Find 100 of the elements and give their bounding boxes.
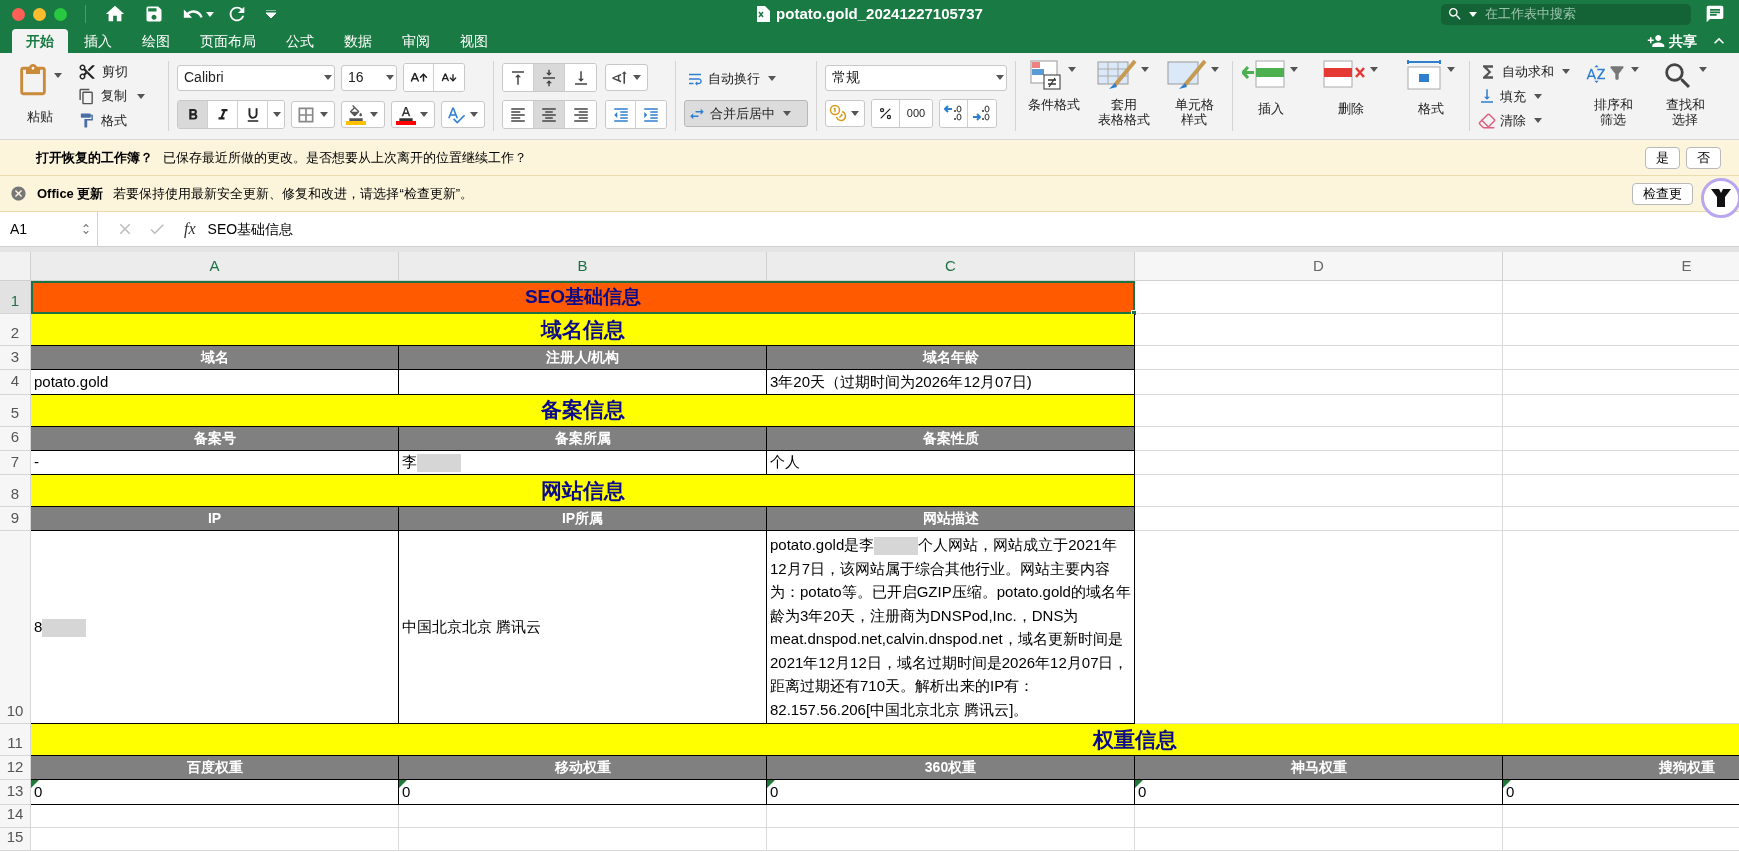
bold-button[interactable] — [178, 101, 208, 128]
caret-icon — [1068, 67, 1076, 72]
minimize-window-button[interactable] — [33, 7, 46, 21]
name-box[interactable]: A1 — [0, 212, 98, 246]
row-number[interactable]: 9 — [0, 507, 31, 531]
column-header[interactable]: D — [1135, 252, 1503, 281]
phonetic-button[interactable] — [441, 101, 485, 128]
column-heading-cell: 备案性质 — [767, 426, 1135, 451]
fill-button[interactable]: 填充 — [1478, 86, 1576, 106]
row-number[interactable]: 12 — [0, 756, 31, 780]
row-number[interactable]: 3 — [0, 346, 31, 370]
eraser-icon — [1478, 111, 1496, 130]
decrease-indent-button[interactable] — [606, 101, 636, 128]
insert-function-button[interactable]: fx — [184, 217, 208, 241]
vertical-align-button[interactable] — [503, 64, 534, 91]
fill-color-button[interactable] — [341, 101, 385, 128]
caret-icon — [851, 110, 859, 116]
cut-button[interactable]: 剪切 — [78, 61, 160, 82]
orientation-button[interactable] — [605, 64, 648, 91]
row-number[interactable]: 14 — [0, 804, 31, 828]
paste-button[interactable]: 粘贴 — [10, 53, 70, 139]
ribbon-tab[interactable]: 视图 — [446, 29, 502, 53]
horizontal-align-button[interactable] — [565, 101, 596, 128]
ribbon-tab[interactable]: 绘图 — [128, 29, 184, 53]
row-number[interactable]: 13 — [0, 780, 31, 805]
notification-button[interactable]: 是 — [1645, 146, 1680, 169]
font-color-icon — [397, 104, 415, 121]
comments-icon[interactable] — [1705, 4, 1725, 24]
row-number[interactable]: 4 — [0, 370, 31, 395]
column-header[interactable]: A — [31, 252, 399, 281]
share-button[interactable]: 共享 — [1647, 30, 1697, 52]
horizontal-align-button[interactable] — [534, 101, 565, 128]
ribbon-tab[interactable]: 公式 — [272, 29, 328, 53]
number-format-field[interactable]: 常规 — [825, 64, 1007, 91]
percent-button[interactable] — [872, 99, 900, 127]
italic-button[interactable] — [208, 101, 238, 128]
window-title: potato.gold_20241227105737 — [776, 3, 983, 24]
notification-button[interactable]: 检查更 — [1632, 182, 1693, 205]
clear-button[interactable]: 清除 — [1478, 111, 1576, 131]
row-number[interactable]: 15 — [0, 827, 31, 851]
row-number[interactable]: 2 — [0, 314, 31, 346]
save-icon[interactable] — [144, 4, 164, 24]
column-heading-cell: 备案所属 — [399, 426, 767, 451]
ribbon-tab[interactable]: 开始 — [12, 29, 68, 53]
table-cell: 中国北京北京 腾讯云 — [399, 531, 767, 724]
row-number[interactable]: 6 — [0, 426, 31, 451]
autosum-button[interactable]: 自动求和 — [1478, 61, 1576, 82]
caret-icon — [470, 112, 478, 117]
comma-style-button[interactable]: 000 — [900, 99, 932, 127]
sort-filter-button[interactable]: 排序和 筛选 — [1584, 59, 1642, 139]
row-number[interactable]: 7 — [0, 450, 31, 475]
horizontal-align-button[interactable] — [503, 101, 534, 128]
row-number[interactable]: 8 — [0, 475, 31, 507]
table-cell: 李 — [399, 450, 767, 475]
cells-button[interactable]: 格式 — [1401, 59, 1461, 139]
column-header[interactable]: C — [767, 252, 1135, 281]
style-gallery-button[interactable]: 单元格 样式 — [1164, 59, 1224, 139]
ribbon-tab[interactable]: 页面布局 — [186, 29, 270, 53]
ribbon-tab[interactable]: 插入 — [70, 29, 126, 53]
caret-icon — [54, 73, 62, 78]
caret-icon — [1290, 67, 1298, 72]
delete-cells-icon — [1322, 59, 1366, 89]
font-name-field[interactable]: Calibri — [177, 64, 335, 91]
row-number[interactable]: 10 — [0, 531, 31, 724]
caret-icon — [320, 112, 328, 117]
vertical-align-button[interactable] — [534, 64, 565, 91]
font-size-field[interactable]: 16 — [341, 64, 397, 91]
row-number[interactable]: 5 — [0, 394, 31, 427]
decrease-font-button[interactable] — [434, 64, 464, 91]
style-gallery-button[interactable]: 条件格式 — [1024, 59, 1084, 139]
vertical-align-button[interactable] — [565, 64, 596, 91]
notification-button[interactable]: 否 — [1686, 146, 1721, 169]
copy-button[interactable]: 复制 — [78, 86, 160, 106]
row-number[interactable]: 1 — [0, 281, 31, 314]
find-select-button[interactable]: 查找和 选择 — [1656, 59, 1714, 139]
section-cell: 域名信息 — [31, 314, 1135, 346]
underline-options-button[interactable] — [268, 101, 284, 128]
format-painter-button[interactable]: 格式 — [78, 110, 160, 131]
style-gallery-button[interactable]: 套用 表格格式 — [1094, 59, 1154, 139]
column-header[interactable]: B — [399, 252, 767, 281]
ribbon-tab[interactable]: 数据 — [330, 29, 386, 53]
scissors-icon — [78, 62, 96, 81]
merge-center-button[interactable]: 合并后居中 — [684, 100, 808, 127]
caret-icon — [1469, 11, 1477, 17]
font-color-button[interactable] — [391, 101, 435, 128]
underline-button[interactable] — [238, 101, 268, 128]
borders-button[interactable] — [291, 101, 335, 128]
increase-font-button[interactable] — [404, 64, 434, 91]
row-number[interactable]: 11 — [0, 724, 31, 756]
caret-icon[interactable] — [206, 11, 214, 17]
increase-decimal-button[interactable] — [940, 99, 968, 127]
increase-indent-button[interactable] — [636, 101, 666, 128]
ribbon-tab[interactable]: 审阅 — [388, 29, 444, 53]
wrap-text-button[interactable]: 自动换行 — [684, 65, 808, 92]
column-header[interactable]: E — [1503, 252, 1739, 281]
decrease-decimal-button[interactable] — [968, 99, 996, 127]
customize-toolbar-icon[interactable] — [266, 10, 276, 18]
search-field[interactable]: 在工作表中搜索 — [1441, 3, 1691, 25]
cells-button[interactable]: 删除 — [1321, 59, 1381, 139]
cells-button[interactable]: 插入 — [1241, 59, 1301, 139]
